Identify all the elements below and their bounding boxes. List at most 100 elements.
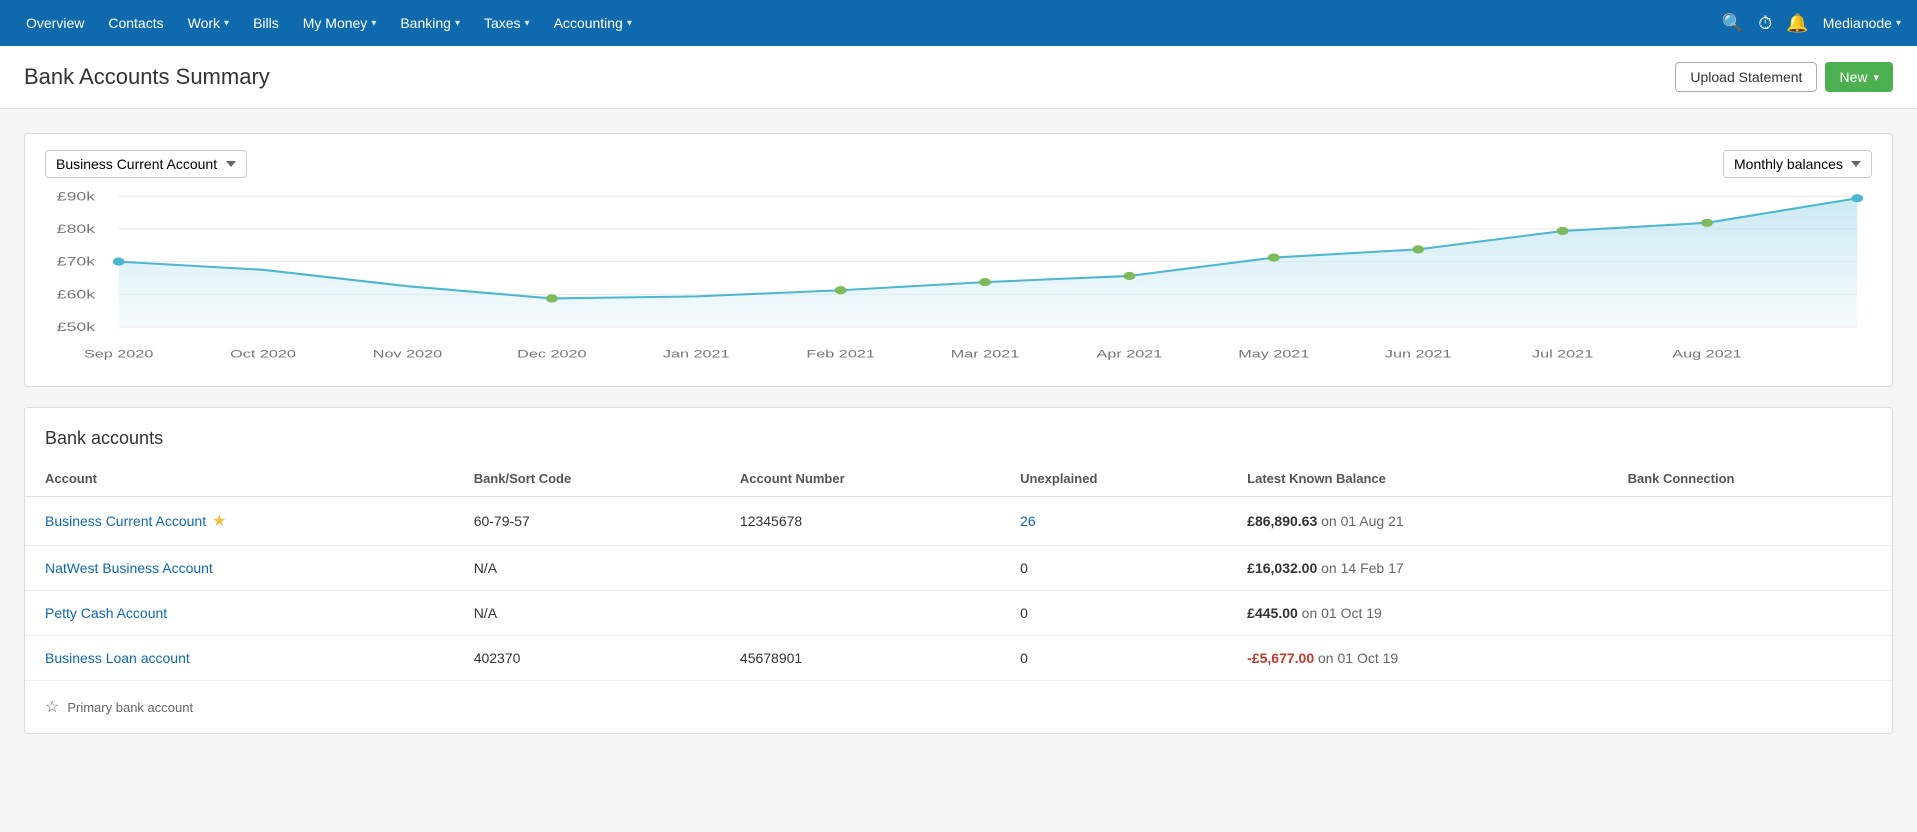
svg-text:Jun 2021: Jun 2021 — [1385, 347, 1452, 360]
svg-text:Jul 2021: Jul 2021 — [1532, 347, 1594, 360]
nav-item-overview[interactable]: Overview — [16, 0, 94, 46]
cell-balance: -£5,677.00 on 01 Oct 19 — [1227, 636, 1607, 681]
col-account-number: Account Number — [720, 461, 1000, 497]
cell-sort-code: N/A — [454, 591, 720, 636]
balance-date: on 01 Oct 19 — [1314, 650, 1398, 666]
cell-account-name: Business Loan account — [25, 636, 454, 681]
new-button[interactable]: New ▾ — [1825, 62, 1893, 92]
col-connection: Bank Connection — [1608, 461, 1892, 497]
timer-icon[interactable]: ⏱ — [1758, 13, 1772, 34]
cell-account-name: Petty Cash Account — [25, 591, 454, 636]
bank-accounts-card: Bank accounts Account Bank/Sort Code Acc… — [24, 407, 1893, 734]
cell-bank-connection — [1608, 636, 1892, 681]
balance-amount: £445.00 — [1247, 605, 1298, 621]
nav-chevron-mymoney: ▾ — [371, 18, 376, 29]
col-balance: Latest Known Balance — [1227, 461, 1607, 497]
user-label: Medianode — [1823, 15, 1892, 31]
new-button-chevron: ▾ — [1873, 71, 1879, 84]
bell-icon[interactable]: 🔔 — [1786, 13, 1808, 34]
nav-label-banking: Banking — [400, 15, 451, 31]
nav-label-taxes: Taxes — [484, 15, 521, 31]
svg-text:Nov 2020: Nov 2020 — [373, 347, 443, 360]
cell-sort-code: 402370 — [454, 636, 720, 681]
nav-chevron-taxes: ▾ — [525, 18, 530, 29]
balance-amount: £86,890.63 — [1247, 513, 1317, 529]
unexplained-link[interactable]: 26 — [1020, 513, 1036, 529]
chart-dot — [835, 286, 847, 294]
account-name-link[interactable]: NatWest Business Account — [45, 560, 213, 576]
nav-label-bills: Bills — [253, 15, 279, 31]
nav-item-taxes[interactable]: Taxes ▾ — [474, 0, 540, 46]
balance-date: on 14 Feb 17 — [1317, 560, 1403, 576]
cell-unexplained: 0 — [1000, 546, 1227, 591]
nav-chevron-accounting: ▾ — [627, 18, 632, 29]
cell-account-number — [720, 591, 1000, 636]
col-account: Account — [25, 461, 454, 497]
table-header: Account Bank/Sort Code Account Number Un… — [25, 461, 1892, 497]
account-name-link[interactable]: Business Loan account — [45, 650, 190, 666]
nav-item-mymoney[interactable]: My Money ▾ — [293, 0, 387, 46]
col-unexplained: Unexplained — [1000, 461, 1227, 497]
user-menu[interactable]: Medianode ▾ — [1823, 15, 1901, 31]
chart-dot — [1557, 227, 1569, 235]
nav-label-work: Work — [188, 15, 220, 31]
nav-item-bills[interactable]: Bills — [243, 0, 289, 46]
chart-dot — [1851, 194, 1863, 202]
navbar: Overview Contacts Work ▾ Bills My Money … — [0, 0, 1917, 46]
svg-text:£50k: £50k — [57, 321, 96, 335]
nav-chevron-banking: ▾ — [455, 18, 460, 29]
balance-amount: £16,032.00 — [1247, 560, 1317, 576]
cell-unexplained: 26 — [1000, 497, 1227, 546]
chart-dot — [113, 258, 125, 266]
nav-item-accounting[interactable]: Accounting ▾ — [544, 0, 642, 46]
nav-label-accounting: Accounting — [554, 15, 623, 31]
svg-text:Aug 2021: Aug 2021 — [1672, 347, 1742, 360]
chart-header: Business Current Account Monthly balance… — [25, 134, 1892, 186]
chart-dot — [1412, 245, 1424, 253]
user-chevron: ▾ — [1896, 18, 1901, 29]
chart-dot — [979, 278, 991, 286]
account-name-link[interactable]: Petty Cash Account — [45, 605, 167, 621]
page-title: Bank Accounts Summary — [24, 64, 270, 90]
svg-text:Mar 2021: Mar 2021 — [951, 347, 1020, 360]
accounts-table: Account Bank/Sort Code Account Number Un… — [25, 461, 1892, 681]
col-sort-code: Bank/Sort Code — [454, 461, 720, 497]
nav-label-mymoney: My Money — [303, 15, 368, 31]
balance-date: on 01 Aug 21 — [1317, 513, 1403, 529]
svg-text:Jan 2021: Jan 2021 — [663, 347, 730, 360]
balance-date: on 01 Oct 19 — [1298, 605, 1382, 621]
accounts-tbody: Business Current Account ★ 60-79-571234567… — [25, 497, 1892, 681]
new-button-label: New — [1839, 69, 1867, 85]
nav-left: Overview Contacts Work ▾ Bills My Money … — [16, 0, 642, 46]
cell-bank-connection — [1608, 591, 1892, 636]
svg-text:Feb 2021: Feb 2021 — [806, 347, 875, 360]
table-row: Petty Cash AccountN/A0£445.00 on 01 Oct … — [25, 591, 1892, 636]
primary-star-icon: ★ — [212, 513, 226, 530]
cell-unexplained: 0 — [1000, 636, 1227, 681]
chart-dot — [1268, 253, 1280, 261]
search-icon[interactable]: 🔍 — [1722, 13, 1744, 34]
cell-account-name: NatWest Business Account — [25, 546, 454, 591]
cell-bank-connection — [1608, 497, 1892, 546]
primary-label: Primary bank account — [67, 700, 193, 715]
cell-balance: £445.00 on 01 Oct 19 — [1227, 591, 1607, 636]
cell-sort-code: 60-79-57 — [454, 497, 720, 546]
cell-account-number: 12345678 — [720, 497, 1000, 546]
chart-svg: £90k £80k £70k £60k £50k — [45, 186, 1872, 370]
table-row: Business Current Account ★ 60-79-571234567… — [25, 497, 1892, 546]
chart-card: Business Current Account Monthly balance… — [24, 133, 1893, 387]
table-row: NatWest Business AccountN/A0£16,032.00 o… — [25, 546, 1892, 591]
nav-item-work[interactable]: Work ▾ — [178, 0, 239, 46]
nav-item-contacts[interactable]: Contacts — [98, 0, 173, 46]
chart-dot — [546, 294, 558, 302]
account-name-link[interactable]: Business Current Account — [45, 513, 206, 529]
upload-statement-button[interactable]: Upload Statement — [1675, 62, 1817, 92]
cell-balance: £16,032.00 on 14 Feb 17 — [1227, 546, 1607, 591]
page-header: Bank Accounts Summary Upload Statement N… — [0, 46, 1917, 109]
view-selector[interactable]: Monthly balances — [1723, 150, 1872, 178]
svg-text:Sep 2020: Sep 2020 — [84, 347, 154, 360]
cell-unexplained: 0 — [1000, 591, 1227, 636]
account-selector[interactable]: Business Current Account — [45, 150, 247, 178]
nav-item-banking[interactable]: Banking ▾ — [390, 0, 470, 46]
svg-text:£60k: £60k — [57, 288, 96, 302]
